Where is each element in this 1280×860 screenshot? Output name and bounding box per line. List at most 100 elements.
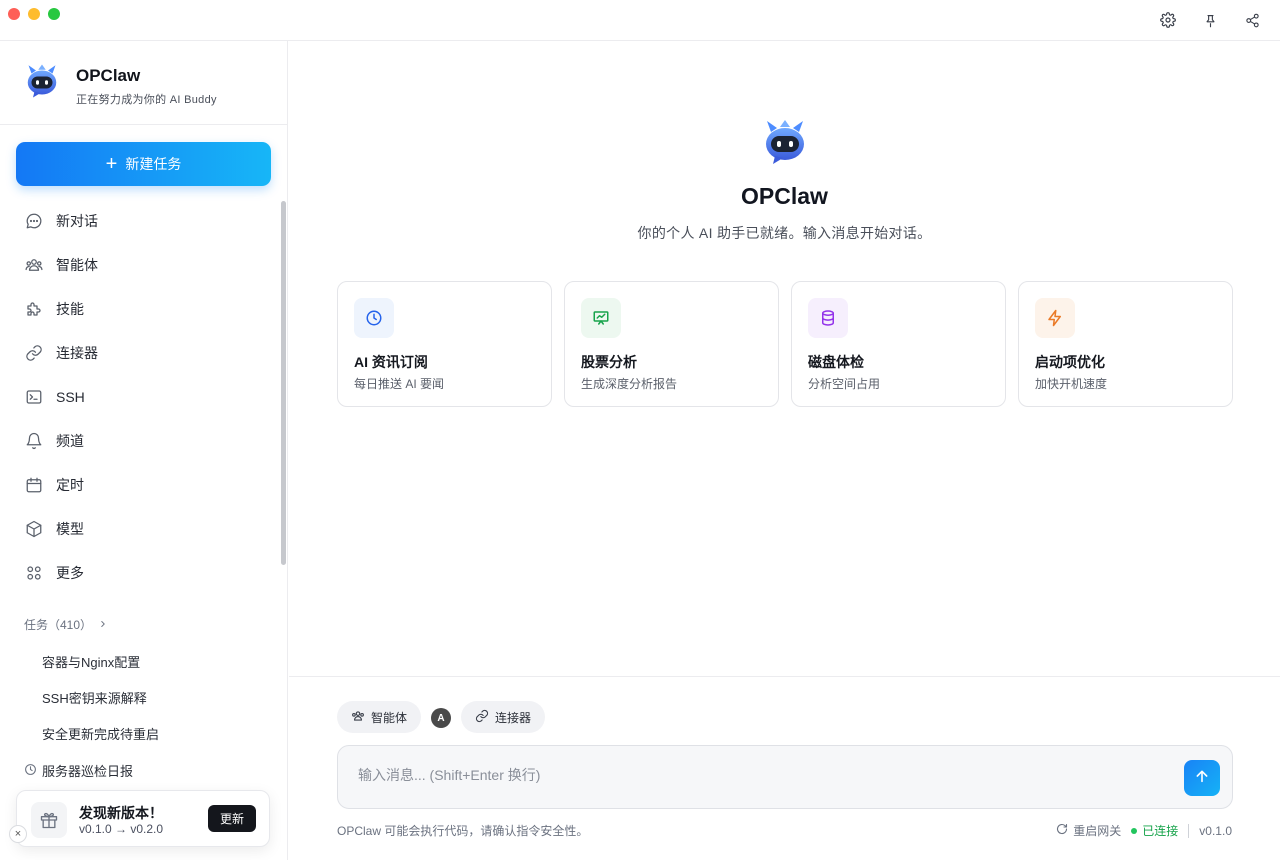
nav-item-agents[interactable]: 智能体	[16, 247, 266, 283]
sidebar-scrollbar[interactable]	[281, 201, 286, 565]
restart-gateway-label: 重启网关	[1073, 824, 1122, 838]
cube-icon	[24, 519, 44, 539]
avatar[interactable]: A	[431, 708, 451, 728]
close-window-button[interactable]	[8, 8, 20, 20]
safety-note: OPClaw 可能会执行代码，请确认指令安全性。	[337, 824, 589, 838]
card-title: 启动项优化	[1035, 354, 1105, 370]
update-notification: 发现新版本！ v0.1.0 → v0.2.0 更新	[16, 790, 270, 847]
card-subtitle: 加快开机速度	[1035, 377, 1108, 391]
users-icon	[24, 255, 44, 275]
grid-icon	[24, 563, 44, 583]
users-icon	[351, 709, 365, 726]
nav-item-channels[interactable]: 频道	[16, 423, 266, 459]
new-task-button[interactable]: + 新建任务	[16, 142, 271, 186]
maximize-window-button[interactable]	[48, 8, 60, 20]
card-title: 股票分析	[581, 354, 637, 370]
card-title: 磁盘体检	[808, 354, 864, 370]
quick-card-startup-optimize[interactable]: 启动项优化 加快开机速度	[1018, 281, 1233, 407]
sidebar: OPClaw 正在努力成为你的 AI Buddy + 新建任务 新对话 智能体 …	[0, 41, 288, 860]
message-input[interactable]	[358, 764, 1158, 786]
lightning-icon	[1035, 298, 1075, 338]
brand-tagline: 正在努力成为你的 AI Buddy	[76, 94, 217, 106]
refresh-icon	[1056, 823, 1068, 838]
card-subtitle: 分析空间占用	[808, 377, 881, 391]
update-button[interactable]: 更新	[208, 805, 256, 832]
task-item-label: 服务器巡检日报	[42, 764, 134, 779]
hero-subtitle: 你的个人 AI 助手已就绪。输入消息开始对话。	[637, 225, 932, 241]
nav-label: 模型	[56, 521, 84, 537]
task-item[interactable]: 服务器巡检日报	[24, 761, 133, 780]
nav-item-models[interactable]: 模型	[16, 511, 266, 547]
database-icon	[808, 298, 848, 338]
brand-name: OPClaw	[76, 66, 141, 85]
nav-label: 定时	[56, 477, 84, 493]
status-bar: 重启网关 已连接 v0.1.0	[1056, 822, 1232, 839]
main-panel: OPClaw 你的个人 AI 助手已就绪。输入消息开始对话。 AI 资讯订阅 每…	[289, 41, 1280, 860]
nav-label: 更多	[56, 565, 84, 581]
restart-gateway-button[interactable]: 重启网关	[1056, 822, 1121, 839]
nav-item-new-chat[interactable]: 新对话	[16, 203, 266, 239]
nav-label: 新对话	[56, 213, 98, 229]
clock-icon	[354, 298, 394, 338]
update-title: 发现新版本！	[79, 805, 163, 821]
pin-icon[interactable]	[1200, 10, 1220, 30]
nav-item-ssh[interactable]: SSH	[16, 379, 266, 415]
title-bar	[0, 0, 1280, 41]
quick-card-disk-check[interactable]: 磁盘体检 分析空间占用	[791, 281, 1006, 407]
status-dot-icon	[1131, 827, 1138, 834]
gift-icon	[31, 802, 67, 838]
link-icon	[24, 343, 44, 363]
brand-header: OPClaw 正在努力成为你的 AI Buddy	[0, 41, 287, 125]
nav-label: 频道	[56, 433, 84, 449]
minimize-window-button[interactable]	[28, 8, 40, 20]
card-title: AI 资讯订阅	[354, 354, 428, 370]
nav-item-connectors[interactable]: 连接器	[16, 335, 266, 371]
card-subtitle: 每日推送 AI 要闻	[354, 377, 445, 391]
tasks-section-header[interactable]: 任务（410）	[24, 616, 108, 633]
nav-item-more[interactable]: 更多	[16, 555, 266, 591]
message-box	[337, 745, 1233, 809]
status-label: 已连接	[1142, 824, 1179, 838]
arrow-up-icon	[1194, 768, 1210, 789]
card-subtitle: 生成深度分析报告	[581, 377, 678, 391]
calendar-icon	[24, 475, 44, 495]
update-versions: v0.1.0 → v0.2.0	[79, 822, 164, 836]
quick-card-stock-analysis[interactable]: 股票分析 生成深度分析报告	[564, 281, 779, 407]
connection-status: 已连接	[1131, 822, 1178, 839]
bell-icon	[24, 431, 44, 451]
task-item[interactable]: 容器与Nginx配置	[42, 652, 140, 671]
send-button[interactable]	[1184, 760, 1220, 796]
nav-label: SSH	[56, 389, 85, 405]
puzzle-icon	[24, 299, 44, 319]
version-label: v0.1.0	[1199, 823, 1232, 838]
connector-chip[interactable]: 连接器	[461, 701, 546, 733]
task-item[interactable]: SSH密钥来源解释	[42, 688, 147, 707]
nav-label: 连接器	[56, 345, 98, 361]
new-task-label: 新建任务	[125, 156, 182, 172]
connector-chip-label: 连接器	[495, 710, 532, 725]
quick-card-ai-news[interactable]: AI 资讯订阅 每日推送 AI 要闻	[337, 281, 552, 407]
close-icon[interactable]: ×	[9, 825, 27, 843]
nav-label: 技能	[56, 301, 84, 317]
share-icon[interactable]	[1242, 10, 1262, 30]
opclaw-logo-icon	[24, 63, 60, 99]
task-item[interactable]: 安全更新完成待重启	[42, 724, 159, 743]
nav-label: 智能体	[56, 257, 98, 273]
chat-bubble-icon	[24, 211, 44, 231]
presentation-chart-icon	[581, 298, 621, 338]
divider	[1188, 823, 1190, 838]
tasks-header-label: 任务（410）	[24, 618, 93, 632]
composer-area: 智能体 A 连接器 OPClaw 可能会执行代码，请确认指令安全性。 重启	[289, 676, 1280, 860]
clock-icon	[24, 763, 37, 779]
agent-chip-label: 智能体	[371, 710, 408, 725]
gear-icon[interactable]	[1158, 10, 1178, 30]
hero-title: OPClaw	[741, 183, 828, 209]
agent-chip[interactable]: 智能体	[337, 701, 422, 733]
plus-icon: +	[105, 153, 118, 175]
nav-item-schedule[interactable]: 定时	[16, 467, 266, 503]
chevron-right-icon	[98, 618, 108, 632]
terminal-icon	[24, 387, 44, 407]
nav-item-skills[interactable]: 技能	[16, 291, 266, 327]
opclaw-logo-icon	[761, 118, 809, 166]
link-icon	[475, 709, 489, 726]
